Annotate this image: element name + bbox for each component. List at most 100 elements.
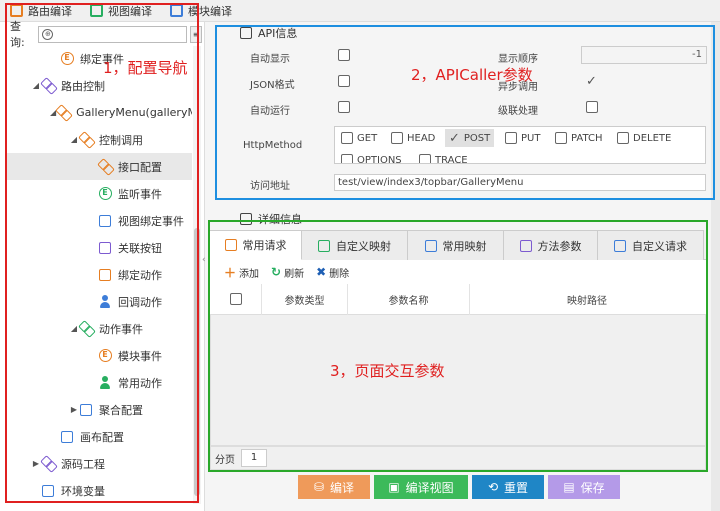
select-all-checkbox[interactable] [229, 293, 242, 305]
tree-item-label: 常用动作 [118, 376, 162, 390]
person-icon [98, 295, 112, 309]
search-options-button[interactable]: ≡ [190, 25, 202, 43]
add-icon: ＋ [224, 265, 237, 280]
expand-arrow-icon[interactable]: ▶ [31, 459, 41, 468]
tab-method-params[interactable]: 方法参数 [504, 230, 598, 260]
page-number-input[interactable]: 1 [241, 449, 267, 467]
save-icon: ▤ [563, 480, 575, 494]
method-post[interactable]: ✓ POST [445, 129, 495, 147]
method-put[interactable]: PUT [505, 132, 540, 144]
annotation-nav-text: 1，配置导航 [103, 59, 188, 77]
module-compile-icon [170, 4, 183, 17]
save-button[interactable]: ▤ 保存 [548, 475, 620, 499]
tab-common-request[interactable]: 常用请求 [210, 230, 302, 260]
auto-show-checkbox[interactable] [338, 49, 350, 61]
search-input[interactable]: ⊕ [38, 25, 188, 43]
detail-section-icon [240, 213, 252, 225]
delete-button[interactable]: ✖ 删除 [316, 265, 349, 280]
tree-item[interactable]: E 监听事件 [6, 180, 192, 207]
common-mapping-icon [424, 239, 437, 252]
collapse-panel-icon[interactable]: ‹ [202, 255, 210, 275]
tree-item-label: 监听事件 [118, 187, 162, 201]
route-compile-icon [10, 4, 23, 17]
method-get[interactable]: GET [341, 132, 377, 144]
tree-item[interactable]: ▶ 聚合配置 [6, 396, 192, 423]
tree-item-label: 动作事件 [99, 322, 143, 336]
compile-view-action-button[interactable]: ▣ 编译视图 [374, 475, 468, 499]
tree-item-label: 回调动作 [118, 295, 162, 309]
method-delete[interactable]: DELETE [617, 132, 671, 144]
tree-item-label: 控制调用 [99, 133, 143, 147]
method-patch[interactable]: PATCH [555, 132, 602, 144]
json-format-label: JSON格式 [250, 80, 295, 91]
collapse-arrow-icon[interactable]: ◢ [69, 135, 79, 144]
compile-view-button[interactable]: 视图编译 [90, 3, 152, 19]
annotation-page-text: 3，页面交互参数 [330, 362, 445, 380]
display-order-input[interactable]: -1 [581, 46, 707, 64]
tree-item[interactable]: 视图绑定事件 [6, 207, 192, 234]
tree-item[interactable]: ◢ 动作事件 [6, 315, 192, 342]
add-button[interactable]: ＋ 添加 [224, 264, 259, 281]
api-section-header: API信息 [240, 25, 297, 41]
delete-icon: ✖ [316, 265, 327, 279]
tree-item[interactable]: 常用动作 [6, 369, 192, 396]
custom-request-icon [614, 239, 626, 252]
action-bar: ⛁ 编译 ▣ 编译视图 ⟲ 重置 ▤ 保存 [210, 475, 706, 501]
async-call-check-icon[interactable]: ✓ [586, 74, 597, 89]
tab-custom-mapping[interactable]: 自定义映射 [302, 230, 408, 260]
auto-run-checkbox[interactable] [338, 101, 350, 113]
expand-arrow-icon[interactable]: ▶ [69, 405, 79, 414]
nav-scrollbar-thumb[interactable] [194, 228, 200, 496]
url-input[interactable]: test/view/index3/topbar/GalleryMenu [334, 174, 706, 191]
search-icon: ⊕ [42, 28, 54, 40]
right-scrollbar[interactable] [711, 22, 720, 511]
hierarchy-icon [98, 214, 112, 228]
tab-custom-request[interactable]: 自定义请求 [598, 230, 704, 260]
method-params-icon [519, 239, 532, 252]
column-header[interactable]: 映射路径 [470, 284, 704, 315]
tree-item[interactable]: 画布配置 [6, 423, 192, 450]
doc-icon [79, 403, 93, 417]
link-icon [41, 457, 55, 471]
cascade-checkbox[interactable] [586, 101, 598, 113]
compile-route-label: 路由编译 [28, 4, 72, 18]
tree-item[interactable]: E 模块事件 [6, 342, 192, 369]
tree-item-label: 路由控制 [61, 79, 105, 93]
tree-item[interactable]: ◢ 控制调用 [6, 126, 192, 153]
compile-module-button[interactable]: 模块编译 [170, 3, 232, 19]
compile-button[interactable]: ⛁ 编译 [298, 475, 370, 499]
tree-item-label: 画布配置 [80, 430, 124, 444]
detail-section-header: 详细信息 [240, 211, 302, 227]
tree-item[interactable]: 回调动作 [6, 288, 192, 315]
display-order-label: 显示顺序 [498, 54, 538, 65]
tree-item[interactable]: ◢ GalleryMenu(galleryM [6, 99, 192, 126]
tree-item[interactable]: 接口配置 [6, 153, 192, 180]
post-check-icon: ✓ [449, 130, 460, 146]
select-all-cell [210, 283, 262, 315]
collapse-arrow-icon[interactable]: ◢ [69, 324, 79, 333]
person-icon [98, 376, 112, 390]
reset-icon: ⟲ [487, 480, 499, 494]
tree-item[interactable]: 关联按钮 [6, 234, 192, 261]
tree-item[interactable]: 绑定动作 [6, 261, 192, 288]
method-head[interactable]: HEAD [391, 132, 435, 144]
tree-item-label: 视图绑定事件 [118, 214, 184, 228]
column-header[interactable]: 参数名称 [348, 283, 470, 315]
method-trace[interactable]: TRACE [419, 154, 468, 163]
compile-route-button[interactable]: 路由编译 [10, 3, 72, 19]
collapse-arrow-icon[interactable]: ◢ [31, 81, 41, 90]
reset-button[interactable]: ⟲ 重置 [472, 475, 544, 499]
tree-item-label: 绑定动作 [118, 268, 162, 282]
tab-common-mapping[interactable]: 常用映射 [408, 230, 504, 260]
doc-icon [98, 241, 112, 255]
detail-tabs: 常用请求 自定义映射 常用映射 方法参数 自定义请求 [210, 230, 706, 260]
tree-item[interactable]: ▶ 源码工程 [6, 450, 192, 477]
column-header[interactable]: 参数类型 [262, 283, 348, 315]
json-format-checkbox[interactable] [338, 75, 350, 87]
tree-item[interactable]: 环境变量 [6, 477, 192, 504]
method-options[interactable]: OPTIONS [341, 154, 402, 163]
doc-icon [41, 484, 55, 498]
tree-item-label: 模块事件 [118, 349, 162, 363]
refresh-button[interactable]: ↻ 刷新 [271, 265, 304, 280]
grid-toolbar: ＋ 添加 ↻ 刷新 ✖ 删除 [210, 260, 706, 284]
